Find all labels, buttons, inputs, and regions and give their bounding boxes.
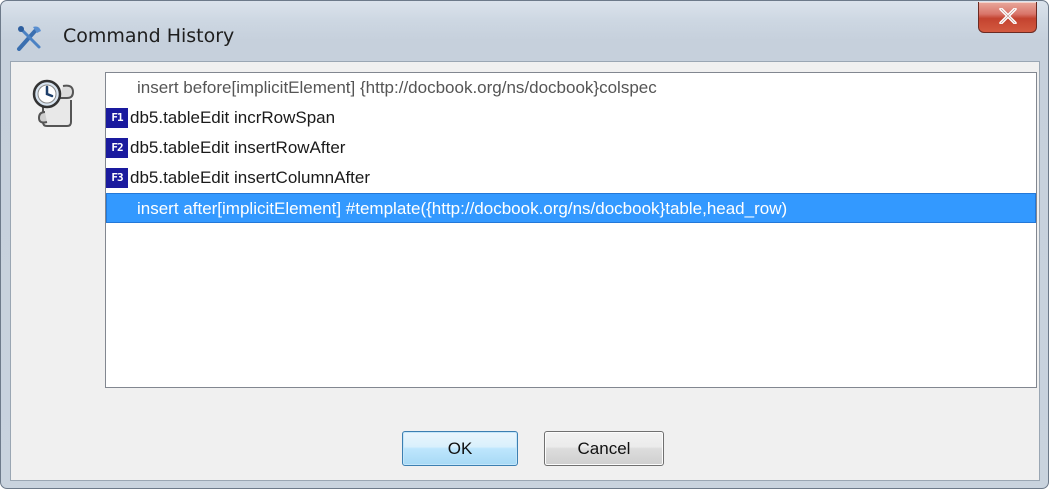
list-item[interactable]: F1 db5.tableEdit incrRowSpan	[106, 103, 1036, 133]
shortcut-badge: F1	[106, 108, 128, 128]
dialog-content: insert before[implicitElement] {http://d…	[10, 61, 1040, 481]
command-history-list[interactable]: insert before[implicitElement] {http://d…	[105, 72, 1037, 388]
shortcut-badge: F2	[106, 138, 128, 158]
command-history-dialog: Command History insert before[implicitEl…	[0, 0, 1049, 489]
close-x-icon	[999, 8, 1017, 24]
list-item[interactable]: F2 db5.tableEdit insertRowAfter	[106, 133, 1036, 163]
cancel-button[interactable]: Cancel	[544, 431, 664, 466]
window-title: Command History	[63, 25, 235, 47]
ok-button[interactable]: OK	[402, 431, 518, 466]
list-item[interactable]: insert before[implicitElement] {http://d…	[106, 73, 1036, 103]
crossed-tools-icon	[15, 23, 47, 51]
scroll-clock-icon	[29, 78, 79, 128]
title-bar[interactable]: Command History	[1, 1, 1048, 61]
shortcut-badge: F3	[106, 168, 128, 188]
list-item-selected[interactable]: insert after[implicitElement] #template(…	[106, 193, 1036, 223]
list-item[interactable]: F3 db5.tableEdit insertColumnAfter	[106, 163, 1036, 193]
close-button[interactable]	[978, 2, 1037, 33]
